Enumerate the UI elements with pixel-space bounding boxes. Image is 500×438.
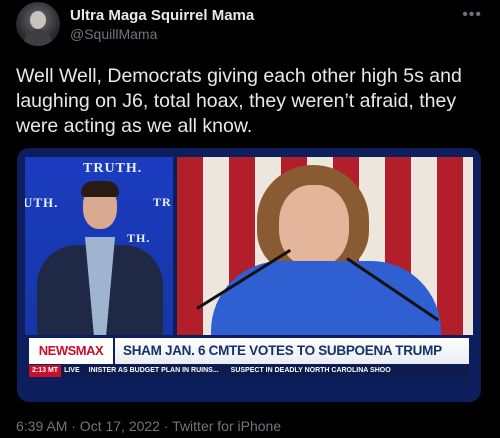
tweet-media-image[interactable]: TRUTH. UTH. TH. TR NEWSMAX SHAM JAN. 6 C… — [17, 148, 481, 402]
ticker-headline: SHAM JAN. 6 CMTE VOTES TO SUBPOENA TRUMP — [115, 338, 469, 364]
ticker-crawl-text: INISTER AS BUDGET PLAN IN RUINS... — [88, 367, 219, 374]
ticker-live: LIVE — [64, 367, 80, 374]
ticker-crawl: 2:13 MT LIVE INISTER AS BUDGET PLAN IN RUI… — [29, 365, 469, 377]
avatar[interactable] — [16, 2, 60, 46]
ticker-time: 2:13 MT — [29, 365, 62, 377]
more-horizontal-icon[interactable]: ••• — [462, 6, 482, 24]
background-sign: UTH. — [25, 195, 59, 210]
video-left-panel: TRUTH. UTH. TH. TR — [25, 157, 173, 335]
news-ticker: NEWSMAX SHAM JAN. 6 CMTE VOTES TO SUBPOE… — [29, 336, 469, 377]
tweet-timestamp[interactable]: 6:39 AM · Oct 17, 2022 · Twitter for iPh… — [16, 418, 281, 434]
background-sign: TR — [153, 195, 172, 209]
avatar-body — [24, 29, 52, 46]
author-handle[interactable]: @SquillMama — [70, 26, 157, 42]
background-sign: TH. — [127, 231, 151, 245]
speaker-hair — [81, 181, 119, 197]
video-right-panel — [177, 157, 473, 335]
avatar-face — [30, 11, 46, 29]
ticker-crawl-text: SUSPECT IN DEADLY NORTH CAROLINA SHOO — [230, 367, 391, 374]
background-sign: TRUTH. — [83, 161, 143, 176]
speaker-face — [279, 185, 349, 267]
tweet-text: Well Well, Democrats giving each other h… — [16, 65, 462, 137]
author-display-name[interactable]: Ultra Maga Squirrel Mama — [70, 7, 254, 24]
newsmax-logo: NEWSMAX — [29, 338, 113, 364]
